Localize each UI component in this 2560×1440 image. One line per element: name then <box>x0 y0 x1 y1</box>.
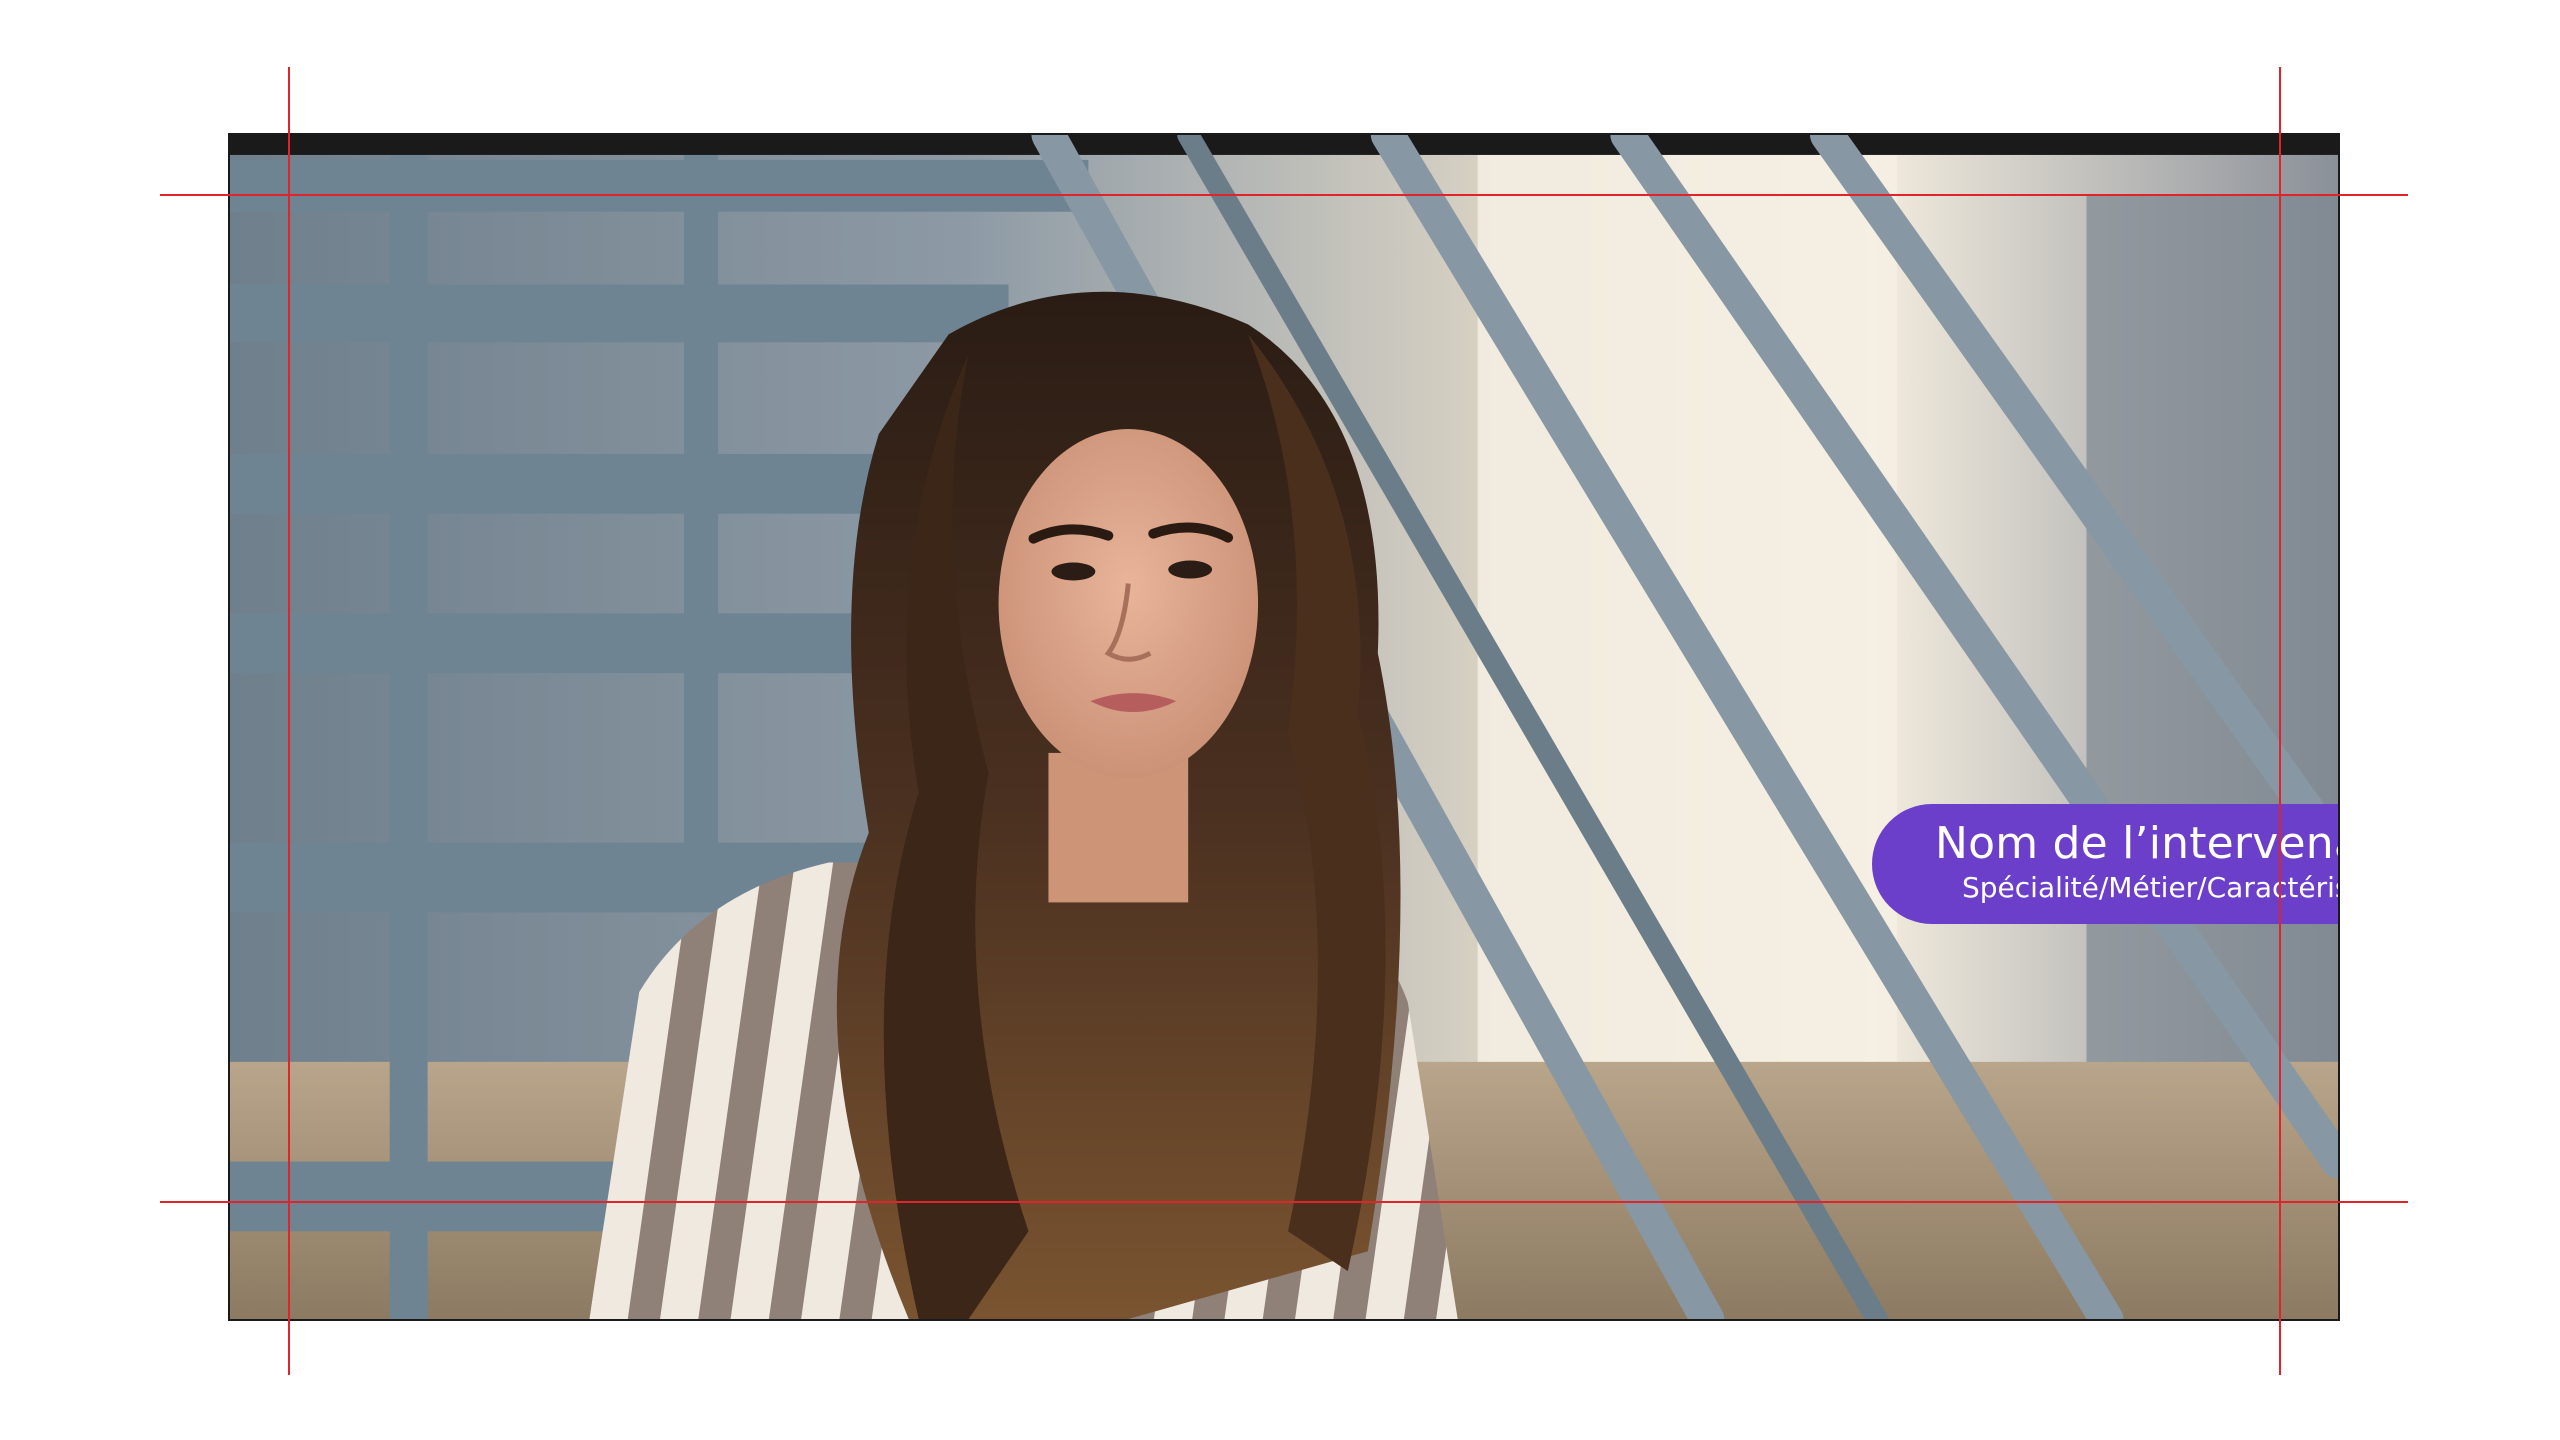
speaker-lower-third: Nom de l’intervenant·e Spécialité/Métier… <box>1872 804 2338 924</box>
video-frame: Nom de l’intervenant·e Spécialité/Métier… <box>228 133 2340 1321</box>
speaker-role: Spécialité/Métier/Caractéristique <box>1962 871 2338 904</box>
guide-bottom-horizontal <box>160 1201 2408 1203</box>
guide-right-vertical <box>2279 67 2281 1375</box>
guide-top-horizontal <box>160 194 2408 196</box>
background-photo <box>230 135 2338 1319</box>
guide-left-vertical <box>288 67 290 1375</box>
speaker-name: Nom de l’intervenant·e <box>1935 818 2338 869</box>
template-canvas: Nom de l’intervenant·e Spécialité/Métier… <box>0 0 2560 1440</box>
